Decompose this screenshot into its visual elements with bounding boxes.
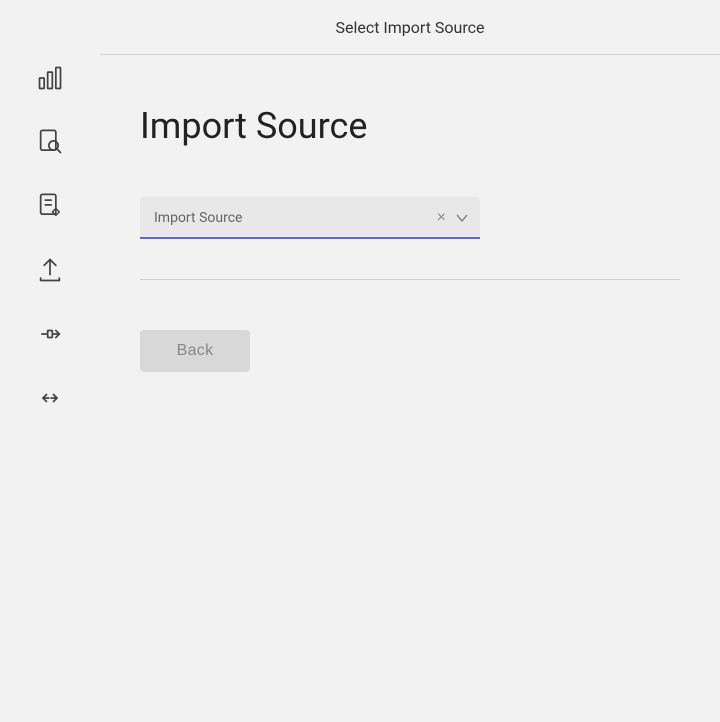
- content-area: Import Source Import Source × Back: [100, 55, 720, 722]
- edit-document-icon[interactable]: [32, 188, 68, 224]
- main-content: Select Import Source Import Source Impor…: [100, 0, 720, 722]
- sidebar: [0, 0, 100, 722]
- import-source-select[interactable]: [140, 197, 480, 239]
- back-button[interactable]: Back: [140, 330, 250, 372]
- page-title: Import Source: [140, 105, 680, 147]
- dropdown-arrow-button[interactable]: [454, 212, 470, 224]
- section-divider: [140, 279, 680, 280]
- import-source-select-wrapper: Import Source ×: [140, 197, 480, 239]
- upload-icon[interactable]: [32, 252, 68, 288]
- page-header: Select Import Source: [100, 0, 720, 55]
- bottom-section: Back: [140, 330, 680, 372]
- collapse-icon[interactable]: [32, 380, 68, 416]
- select-controls: ×: [435, 208, 470, 228]
- header-title: Select Import Source: [335, 18, 484, 37]
- clear-button[interactable]: ×: [435, 208, 448, 228]
- search-document-icon[interactable]: [32, 124, 68, 160]
- bar-chart-icon[interactable]: [32, 60, 68, 96]
- flow-icon[interactable]: [32, 316, 68, 352]
